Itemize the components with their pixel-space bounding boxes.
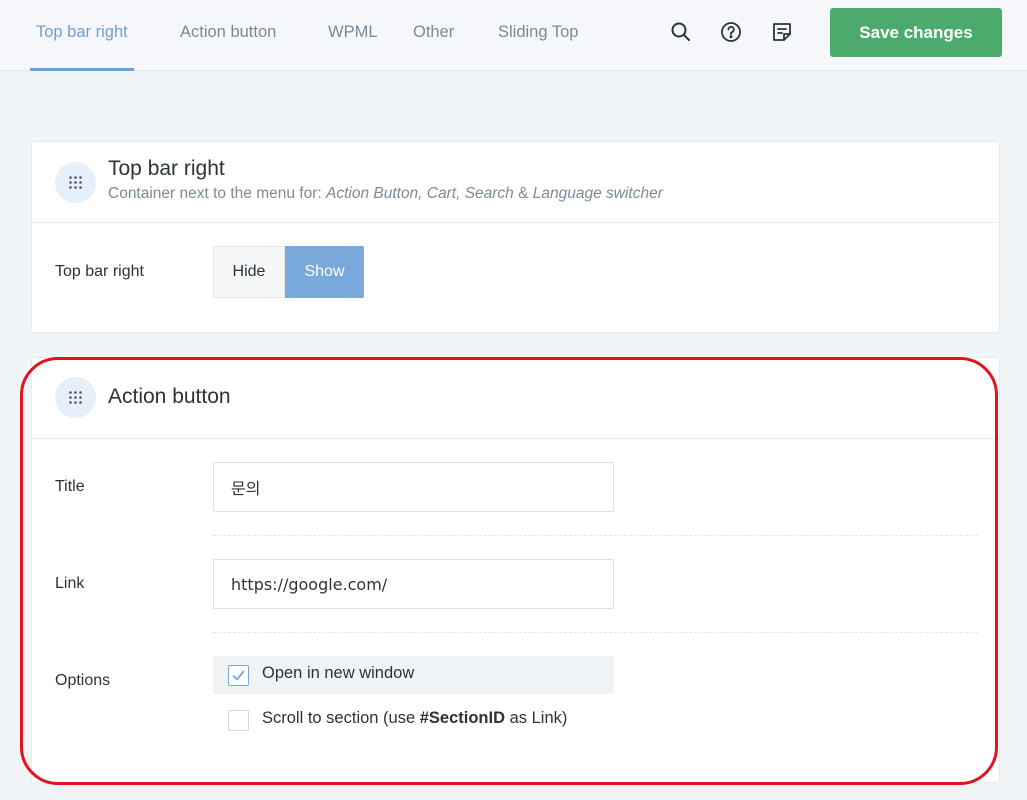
save-changes-button[interactable]: Save changes [830, 8, 1002, 57]
action-button-card: Action button Title Link Options Open in… [31, 357, 1000, 783]
tab-top-bar-right[interactable]: Top bar right [30, 0, 134, 71]
drag-handle-icon[interactable] [55, 377, 96, 418]
divider [213, 535, 978, 536]
drag-handle-icon[interactable] [55, 162, 96, 203]
link-input[interactable] [213, 559, 614, 609]
top-bar-right-card: Top bar right Container next to the menu… [31, 141, 1000, 333]
tab-other[interactable]: Other [413, 0, 454, 70]
subtitle-items: Action Button, Cart, Search [325, 185, 514, 202]
link-label: Link [55, 575, 85, 592]
notes-icon[interactable] [771, 21, 793, 43]
card-title: Action button [108, 385, 231, 408]
title-label: Title [55, 478, 85, 495]
show-button[interactable]: Show [285, 246, 364, 298]
subtitle-prefix: Container next to the menu for: [108, 185, 326, 202]
scroll-to-section-label: Scroll to section (use #SectionID as Lin… [262, 709, 567, 728]
scroll-to-section-checkbox[interactable] [228, 710, 249, 731]
tab-sliding-top[interactable]: Sliding Top [498, 0, 578, 70]
open-in-new-window-label: Open in new window [262, 664, 415, 682]
hide-button[interactable]: Hide [213, 246, 285, 298]
help-icon[interactable] [720, 21, 742, 43]
options-label: Options [55, 672, 111, 689]
title-input[interactable] [213, 462, 614, 512]
scroll-label-suffix: as Link) [505, 709, 568, 727]
subtitle-amp: & [513, 185, 533, 202]
open-in-new-window-option[interactable]: Open in new window [213, 656, 614, 694]
divider [213, 632, 978, 633]
subtitle-last: Language switcher [532, 185, 663, 202]
card-header: Action button [32, 358, 999, 439]
tab-wpml[interactable]: WPML [328, 0, 378, 70]
open-in-new-window-checkbox[interactable] [228, 665, 249, 686]
tab-action-button[interactable]: Action button [180, 0, 276, 70]
card-title: Top bar right [108, 157, 225, 180]
scroll-to-section-option[interactable]: Scroll to section (use #SectionID as Lin… [213, 701, 614, 739]
top-bar-right-label: Top bar right [55, 263, 144, 280]
search-icon[interactable] [670, 21, 692, 43]
top-nav-bar: Top bar right Action button WPML Other S… [0, 0, 1027, 71]
scroll-label-prefix: Scroll to section (use [262, 709, 420, 727]
scroll-label-bold: #SectionID [419, 709, 506, 727]
card-header: Top bar right Container next to the menu… [32, 142, 999, 223]
card-subtitle: Container next to the menu for: Action B… [108, 185, 663, 203]
